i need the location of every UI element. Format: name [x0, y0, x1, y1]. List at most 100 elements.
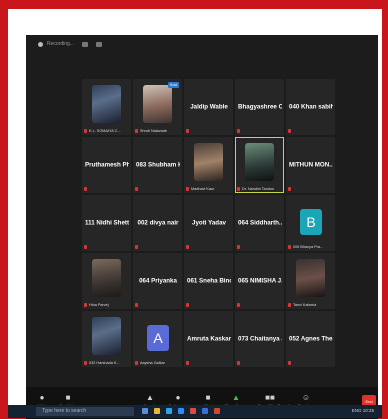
- muted-microphone-icon: [237, 245, 240, 249]
- participant-tile[interactable]: Jyoti Yadav: [184, 195, 233, 251]
- recording-icon: [38, 41, 43, 47]
- participant-name: 064 Siddharth...: [238, 219, 282, 227]
- muted-microphone-icon: [135, 245, 138, 249]
- recording-status: Recording...: [47, 41, 74, 47]
- participant-tile[interactable]: Amruta Kaskar: [184, 311, 233, 367]
- muted-microphone-icon: [288, 303, 291, 307]
- system-tray: ENG 10:25: [351, 408, 374, 413]
- participant-tile[interactable]: 083 Shubham k...: [133, 137, 182, 193]
- file-explorer-icon[interactable]: [154, 408, 160, 414]
- participant-tile[interactable]: A Aaysha Gaikar: [133, 311, 182, 367]
- powerpoint-icon[interactable]: [214, 408, 220, 414]
- muted-microphone-icon: [288, 361, 291, 365]
- muted-microphone-icon: [186, 187, 189, 191]
- participant-name: 073 Chaitanya J...: [238, 335, 282, 343]
- chrome-icon[interactable]: [190, 408, 196, 414]
- participant-tile[interactable]: Pruthamesh Ph...: [82, 137, 131, 193]
- participant-tile[interactable]: 065 NIMISHA J...: [235, 253, 284, 309]
- task-view-icon[interactable]: [142, 408, 148, 414]
- participant-tile[interactable]: 002 divya nair: [133, 195, 182, 251]
- participant-tile[interactable]: 073 Chaitanya J...: [235, 311, 284, 367]
- participant-tile[interactable]: MITHUN MON...: [286, 137, 335, 193]
- muted-microphone-icon: [288, 245, 291, 249]
- share-screen-icon: ▲: [232, 393, 240, 402]
- participant-name: 111 Nidhi Shetty: [85, 219, 129, 227]
- participant-caption: Dr. Nandini Tandon: [242, 187, 275, 191]
- participant-tile[interactable]: Bhagyashree Ch...: [235, 79, 284, 135]
- participant-tile[interactable]: Madhavi Kaur: [184, 137, 233, 193]
- muted-microphone-icon: [84, 187, 87, 191]
- participant-tile[interactable]: 052 Agnes The...: [286, 311, 335, 367]
- muted-microphone-icon: [237, 129, 240, 133]
- participant-caption: Aaysha Gaikar: [140, 361, 165, 365]
- participant-tile[interactable]: Tanvi Katarria: [286, 253, 335, 309]
- participant-caption: Madhavi Kaur: [191, 187, 215, 191]
- muted-microphone-icon: [84, 303, 87, 307]
- participant-tile[interactable]: 061 Sneha Bince: [184, 253, 233, 309]
- muted-microphone-icon: [186, 303, 189, 307]
- edge-icon[interactable]: [166, 408, 172, 414]
- participant-tile[interactable]: K.L. SOMAIYA C...: [82, 79, 131, 135]
- shield-icon: ▲: [146, 393, 154, 402]
- muted-microphone-icon: [186, 245, 189, 249]
- participant-avatar: B: [300, 209, 322, 235]
- muted-microphone-icon: [84, 129, 87, 133]
- muted-microphone-icon: [288, 129, 291, 133]
- participant-video: [194, 143, 223, 181]
- pause-recording-icon[interactable]: [81, 41, 88, 47]
- microphone-icon: ●: [39, 393, 45, 402]
- participant-name: Bhagyashree Ch...: [238, 103, 282, 111]
- muted-microphone-icon: [186, 361, 189, 365]
- chat-bubble-icon: ■: [205, 393, 211, 402]
- participant-caption: Tanvi Katarria: [293, 303, 317, 307]
- gallery-row: 032 Harshada K... A Aaysha Gaikar Amruta Ka…: [82, 311, 335, 367]
- participant-tile[interactable]: 064 Priyanka: [133, 253, 182, 309]
- participant-name: 083 Shubham k...: [136, 161, 180, 169]
- participant-name: Jyoti Yadav: [192, 219, 226, 227]
- participant-video: [92, 85, 121, 123]
- participant-tile[interactable]: 111 Nidhi Shetty: [82, 195, 131, 251]
- participant-tile[interactable]: 032 Harshada K...: [82, 311, 131, 367]
- participant-tile[interactable]: Hina Parvej: [82, 253, 131, 309]
- participant-tile[interactable]: Shruti Nalavade Host: [133, 79, 182, 135]
- gallery-row: 111 Nidhi Shetty 002 divya nair Jyoti Yada…: [82, 195, 335, 251]
- muted-microphone-icon: [135, 303, 138, 307]
- participant-name: 040 Khan sabiha: [289, 103, 333, 111]
- participant-name: Amruta Kaskar: [187, 335, 231, 343]
- participant-tile[interactable]: Dr. Nandini Tandon: [235, 137, 284, 193]
- windows-taskbar: Type here to search ENG 10:25: [8, 405, 382, 418]
- participant-video: [143, 85, 172, 123]
- muted-microphone-icon: [288, 187, 291, 191]
- participant-video: [296, 259, 325, 297]
- muted-microphone-icon: [84, 245, 87, 249]
- meeting-topbar: Recording...: [26, 35, 378, 53]
- gallery-row: Pruthamesh Ph... 083 Shubham k... Madhavi …: [82, 137, 335, 193]
- word-icon[interactable]: [202, 408, 208, 414]
- participant-name: 052 Agnes The...: [289, 335, 333, 343]
- taskbar-search-input[interactable]: Type here to search: [36, 407, 134, 416]
- participant-name: Pruthamesh Ph...: [85, 161, 129, 169]
- zoom-app-icon[interactable]: [178, 408, 184, 414]
- record-icon: ■■: [265, 393, 275, 402]
- taskbar-icons: [142, 408, 220, 414]
- gallery-row: Hina Parvej 064 Priyanka 061 Sneha Bince 06…: [82, 253, 335, 309]
- participant-caption: Shruti Nalavade: [140, 129, 168, 133]
- video-camera-icon: ■: [65, 393, 71, 402]
- participants-icon: ●: [175, 393, 181, 402]
- participant-caption: 032 Harshada K...: [89, 361, 120, 365]
- muted-microphone-icon: [237, 187, 240, 191]
- participant-name: Jaldip Wable: [190, 103, 228, 111]
- host-badge: Host: [167, 82, 179, 88]
- participant-tile[interactable]: 040 Khan sabiha: [286, 79, 335, 135]
- participant-tile[interactable]: Jaldip Wable: [184, 79, 233, 135]
- participant-name: 065 NIMISHA J...: [238, 277, 282, 285]
- stop-recording-icon[interactable]: [95, 41, 102, 47]
- participant-video: [245, 143, 274, 181]
- muted-microphone-icon: [186, 129, 189, 133]
- participant-video: [92, 259, 121, 297]
- participant-tile[interactable]: B 006 Bhavya Pra...: [286, 195, 335, 251]
- participant-tile[interactable]: 064 Siddharth...: [235, 195, 284, 251]
- participant-name: 002 divya nair: [137, 219, 179, 227]
- muted-microphone-icon: [237, 361, 240, 365]
- participant-avatar: A: [147, 325, 169, 351]
